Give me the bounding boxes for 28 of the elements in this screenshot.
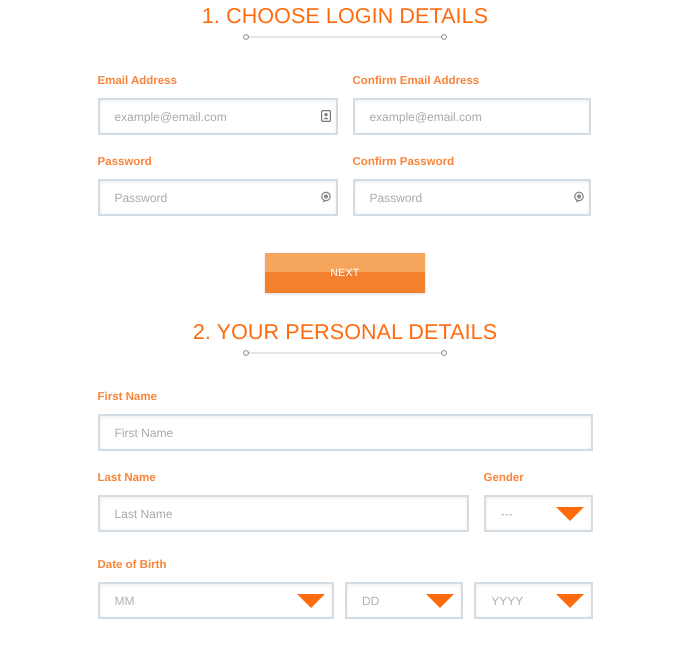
section-heading: 2. YOUR PERSONAL DETAILS [192, 319, 498, 346]
dropdown[interactable]: DD [345, 582, 464, 619]
section-heading: 1. CHOOSE LOGIN DETAILS [202, 3, 488, 30]
field-label: Email Address [98, 74, 177, 88]
field-label: First Name [98, 390, 157, 404]
password-field[interactable]: Password [352, 179, 590, 216]
contact-card-icon [320, 110, 330, 122]
target-icon [320, 191, 330, 203]
caret-icon [556, 594, 584, 608]
caret-icon [556, 506, 584, 520]
field-label: Confirm Email Address [352, 74, 480, 88]
field-label: Password [98, 155, 152, 169]
field-label: Gender [484, 471, 524, 485]
password-field[interactable]: Password [98, 179, 338, 216]
dropdown[interactable]: --- [484, 495, 592, 532]
text-field[interactable]: Last Name [98, 495, 468, 532]
field-label: Confirm Password [352, 155, 454, 169]
caret-icon [426, 594, 454, 608]
field-label: Date of Birth [98, 558, 166, 572]
dropdown[interactable]: MM [98, 582, 334, 619]
target-icon [574, 191, 584, 203]
text-field[interactable]: example@email.com [352, 98, 590, 135]
email-field[interactable]: example@email.com [98, 98, 338, 135]
next-button[interactable]: NEXT [265, 253, 425, 293]
dropdown[interactable]: YYYY [474, 582, 592, 619]
text-field[interactable]: First Name [98, 414, 592, 451]
field-label: Last Name [98, 471, 156, 485]
caret-icon [297, 594, 325, 608]
